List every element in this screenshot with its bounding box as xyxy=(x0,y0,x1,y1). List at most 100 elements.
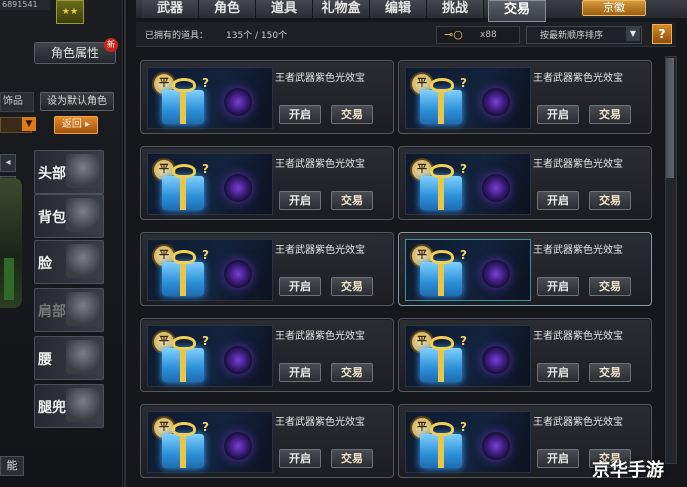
function-button[interactable]: 能 xyxy=(0,456,24,476)
equip-slot-waist[interactable]: 腰 xyxy=(34,336,104,380)
equip-slot-face[interactable]: 脸 xyxy=(34,240,104,284)
bow-icon xyxy=(430,164,454,178)
tab-characters[interactable]: 角色 xyxy=(199,0,256,18)
item-name: 王者武器紫色光效宝 xyxy=(275,417,365,428)
item-card-selected[interactable]: 平 ? 王者武器紫色光效宝 开启 交易 xyxy=(398,232,652,306)
chevron-down-icon[interactable]: ▼ xyxy=(22,117,36,131)
item-name: 王者武器紫色光效宝 xyxy=(533,159,623,170)
sort-dropdown-value[interactable]: 按最新顺序排序 xyxy=(540,28,603,41)
item-image: 平 ? xyxy=(405,153,531,215)
open-button[interactable]: 开启 xyxy=(279,191,321,210)
open-button[interactable]: 开启 xyxy=(279,363,321,382)
trade-button[interactable]: 交易 xyxy=(589,363,631,382)
purple-glow-icon xyxy=(224,346,252,374)
open-button[interactable]: 开启 xyxy=(537,277,579,296)
character-nav: ◂↩ xyxy=(0,150,32,194)
item-card[interactable]: 平 ? 王者武器紫色光效宝 开启 交易 xyxy=(140,60,394,134)
question-mark-icon: ? xyxy=(202,420,209,434)
trade-button[interactable]: 交易 xyxy=(331,191,373,210)
chevron-down-icon[interactable]: ▼ xyxy=(626,27,640,41)
tab-items[interactable]: 道具 xyxy=(256,0,313,18)
tab-edit[interactable]: 编辑 xyxy=(370,0,427,18)
open-button[interactable]: 开启 xyxy=(537,363,579,382)
item-name: 王者武器紫色光效宝 xyxy=(275,73,365,84)
bow-icon xyxy=(430,336,454,350)
purple-glow-icon xyxy=(482,88,510,116)
belt-icon xyxy=(66,340,100,374)
purple-glow-icon xyxy=(224,88,252,116)
item-card[interactable]: 平 ? 王者武器紫色光效宝 开启 交易 xyxy=(140,318,394,392)
scrollbar-thumb[interactable] xyxy=(666,58,674,178)
owned-items-label: 已拥有的道具： xyxy=(145,31,209,41)
bow-icon xyxy=(430,422,454,436)
owned-items-count: 135个 / 150个 xyxy=(226,31,288,41)
rank-badge: ★★ xyxy=(56,0,84,24)
open-button[interactable]: 开启 xyxy=(537,105,579,124)
trade-button[interactable]: 交易 xyxy=(331,449,373,468)
item-card[interactable]: 平 ? 王者武器紫色光效宝 开启 交易 xyxy=(398,146,652,220)
open-button[interactable]: 开启 xyxy=(537,191,579,210)
item-name: 王者武器紫色光效宝 xyxy=(533,73,623,84)
open-button[interactable]: 开启 xyxy=(279,449,321,468)
bow-icon xyxy=(172,422,196,436)
trade-button[interactable]: 交易 xyxy=(589,277,631,296)
item-card[interactable]: 平 ? 王者武器紫色光效宝 开启 交易 xyxy=(398,60,652,134)
item-image: 平 ? xyxy=(147,239,273,301)
back-button[interactable]: 返回 ▸ xyxy=(54,116,98,134)
item-name: 王者武器紫色光效宝 xyxy=(275,245,365,256)
item-image: 平 ? xyxy=(147,67,273,129)
bow-icon xyxy=(430,78,454,92)
equip-slot-backpack[interactable]: 背包 xyxy=(34,194,104,238)
trade-button[interactable]: 交易 xyxy=(331,105,373,124)
question-mark-icon: ? xyxy=(460,248,467,262)
item-name: 王者武器紫色光效宝 xyxy=(533,331,623,342)
question-mark-icon: ? xyxy=(460,420,467,434)
top-right-button[interactable]: 京徽 xyxy=(582,0,646,16)
trade-button[interactable]: 交易 xyxy=(589,191,631,210)
set-default-character-button[interactable]: 设为默认角色 xyxy=(40,92,114,111)
equip-slot-leg[interactable]: 腿兜 xyxy=(34,384,104,428)
tab-weapons[interactable]: 武器 xyxy=(142,0,199,18)
item-image: 平 ? xyxy=(147,325,273,387)
character-model-detail xyxy=(4,258,14,300)
purple-glow-icon xyxy=(482,174,510,202)
trade-button[interactable]: 交易 xyxy=(331,277,373,296)
gift-box-icon xyxy=(420,262,462,296)
helmet-icon xyxy=(66,154,100,188)
backpack-icon xyxy=(66,198,100,232)
trade-button[interactable]: 交易 xyxy=(589,105,631,124)
mask-icon xyxy=(66,244,100,278)
question-mark-icon: ? xyxy=(202,76,209,90)
purple-glow-icon xyxy=(224,432,252,460)
equip-slot-head[interactable]: 头部 xyxy=(34,150,104,194)
item-name: 王者武器紫色光效宝 xyxy=(275,159,365,170)
open-button[interactable]: 开启 xyxy=(279,277,321,296)
item-card[interactable]: 平 ? 王者武器紫色光效宝 开启 交易 xyxy=(140,404,394,478)
gift-box-icon xyxy=(420,90,462,124)
item-card[interactable]: 平 ? 王者武器紫色光效宝 开启 交易 xyxy=(140,232,394,306)
gift-box-icon xyxy=(420,348,462,382)
help-button[interactable]: ? xyxy=(652,24,672,44)
tab-trade[interactable]: 交易 xyxy=(488,0,546,22)
key-count: x88 xyxy=(480,30,497,40)
left-arrow-icon[interactable]: ◂ xyxy=(0,154,16,172)
open-button[interactable]: 开启 xyxy=(537,449,579,468)
item-card[interactable]: 平 ? 王者武器紫色光效宝 开启 交易 xyxy=(398,318,652,392)
site-watermark: 京华手游 xyxy=(592,460,664,481)
equip-slot-label: 头部 xyxy=(38,166,66,182)
purple-glow-icon xyxy=(482,346,510,374)
accessory-tab[interactable]: 饰品 xyxy=(0,92,34,112)
item-image: 平 ? xyxy=(405,325,531,387)
gift-box-icon xyxy=(162,262,204,296)
purple-glow-icon xyxy=(224,260,252,288)
item-card[interactable]: 平 ? 王者武器紫色光效宝 开启 交易 xyxy=(140,146,394,220)
equip-slot-shoulder[interactable]: 肩部 xyxy=(34,288,104,332)
item-image: 平 ? xyxy=(405,411,531,473)
tab-gift-box[interactable]: 礼物盒 xyxy=(313,0,370,18)
question-mark-icon: ? xyxy=(202,162,209,176)
question-mark-icon: ? xyxy=(460,162,467,176)
open-button[interactable]: 开启 xyxy=(279,105,321,124)
tab-challenge[interactable]: 挑战 xyxy=(427,0,484,18)
trade-button[interactable]: 交易 xyxy=(331,363,373,382)
item-image: 平 ? xyxy=(405,67,531,129)
